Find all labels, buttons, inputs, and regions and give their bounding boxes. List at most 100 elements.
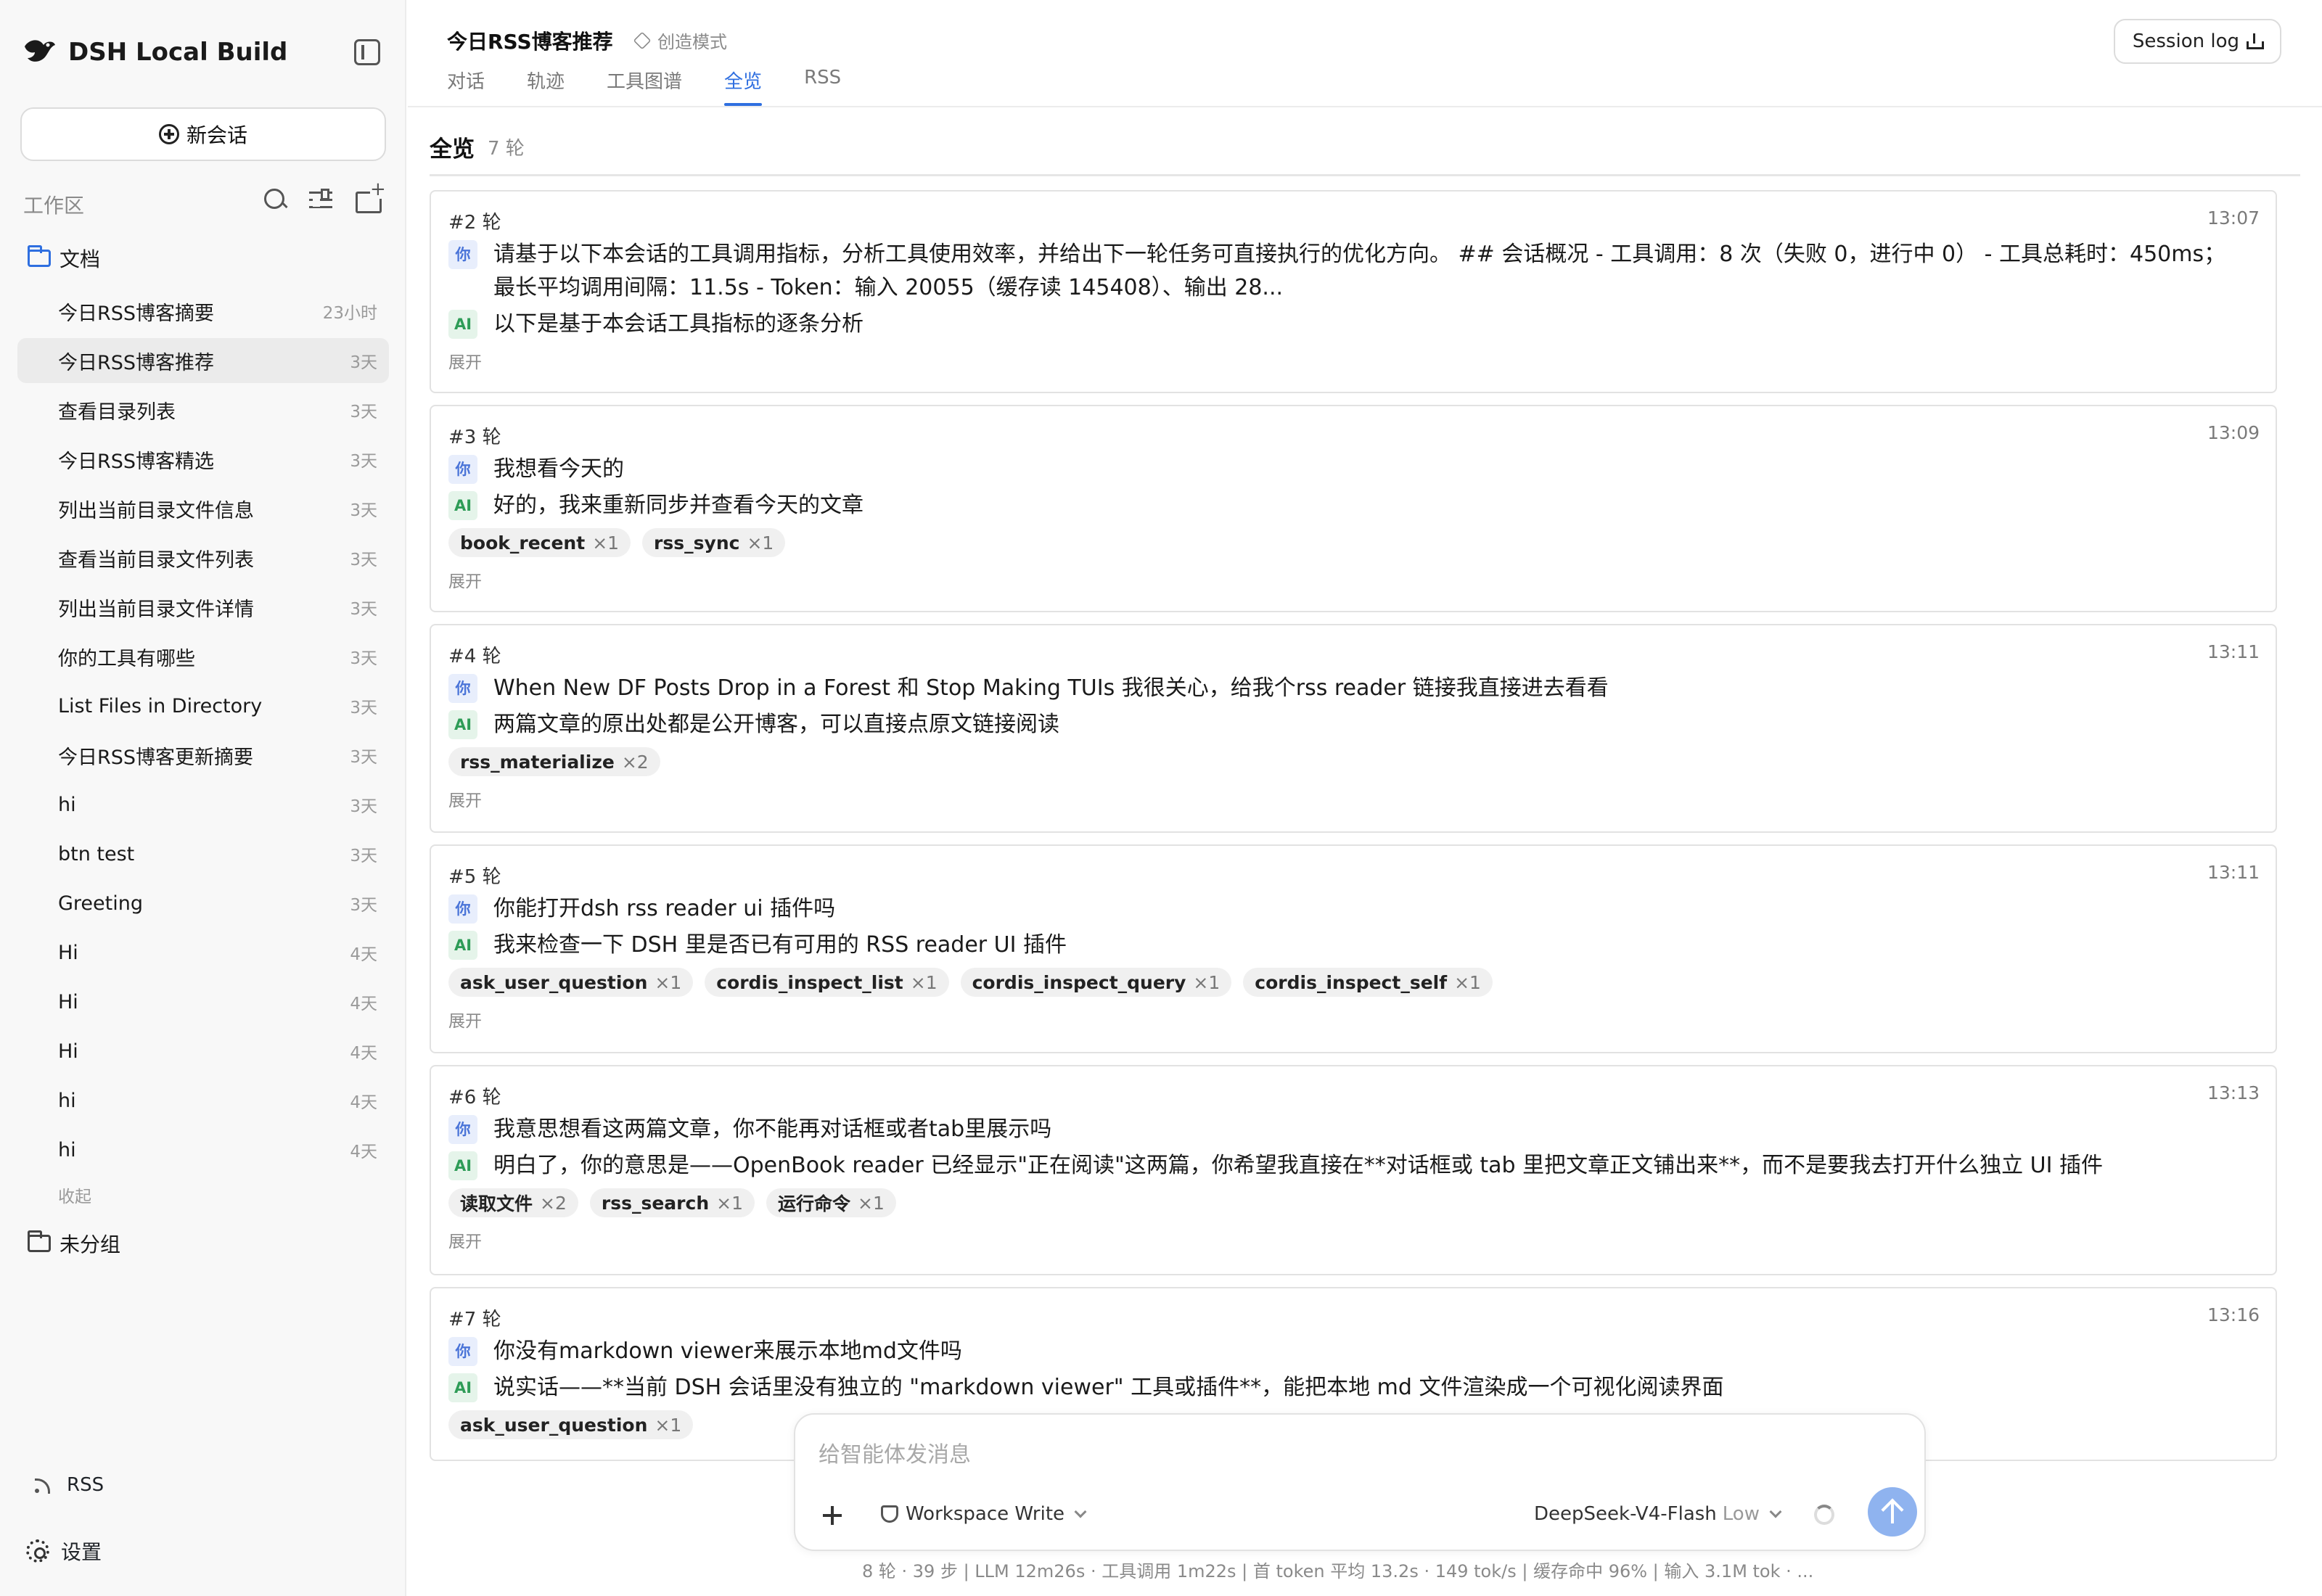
tool-chip[interactable]: rss_materialize ×2 — [448, 747, 660, 776]
tool-chip[interactable]: ask_user_question ×1 — [448, 968, 694, 997]
search-icon[interactable] — [261, 186, 289, 213]
tool-chips: ask_user_question ×1 cordis_inspect_list ×1… — [448, 968, 1493, 997]
tab-2[interactable]: 工具图谱 — [607, 67, 682, 107]
turn-card[interactable]: #5 轮 13:11 你你能打开dsh rss reader ui 插件吗 AI 我来检… — [430, 844, 2277, 1053]
tool-chip[interactable]: cordis_inspect_list ×1 — [705, 968, 949, 997]
ai-message-text: 好的，我来重新同步并查看今天的文章 — [493, 493, 863, 518]
tool-count: ×1 — [1193, 971, 1221, 993]
tool-chip[interactable]: ask_user_question ×1 — [448, 1410, 694, 1439]
turn-card[interactable]: #3 轮 13:09 你我想看今天的 AI 好的，我来重新同步并查看今天的文章 book_… — [430, 405, 2277, 612]
sidebar-item-rss[interactable]: RSS — [32, 1474, 104, 1496]
session-item[interactable]: btn test 3天 — [17, 831, 389, 876]
tool-count: ×1 — [655, 971, 682, 993]
session-log-label: Session log — [2132, 30, 2239, 52]
turn-time: 13:07 — [2207, 207, 2260, 229]
tool-chip[interactable]: cordis_inspect_query ×1 — [960, 968, 1232, 997]
tab-1[interactable]: 轨迹 — [527, 67, 565, 107]
user-badge: 你 — [448, 894, 477, 924]
tab-3[interactable]: 全览 — [724, 67, 763, 107]
session-title: hi — [58, 1138, 76, 1161]
session-age: 4天 — [350, 945, 377, 964]
chevron-down-icon — [1074, 1505, 1087, 1518]
tool-name: cordis_inspect_self — [1255, 971, 1448, 993]
session-item[interactable]: 你的工具有哪些 3天 — [17, 634, 389, 679]
session-age: 4天 — [350, 995, 377, 1013]
session-log-button[interactable]: Session log — [2113, 19, 2281, 64]
chevron-down-icon — [1769, 1505, 1782, 1518]
session-age: 3天 — [350, 600, 377, 619]
collapse-link[interactable]: 收起 — [58, 1182, 91, 1207]
model-select[interactable]: DeepSeek-V4-Flash Low — [1534, 1503, 1782, 1525]
session-item[interactable]: 今日RSS博客推荐 3天 — [17, 338, 389, 383]
session-age: 3天 — [350, 551, 377, 569]
session-item[interactable]: 今日RSS博客摘要 23小时 — [17, 289, 389, 334]
sidebar: DSH Local Build 新会话 工作区 文档 今日RSS博客摘要 23小时… — [0, 0, 406, 1596]
tool-chip[interactable]: book_recent ×1 — [448, 528, 631, 557]
filter-icon[interactable] — [308, 186, 335, 213]
session-item[interactable]: Greeting 3天 — [17, 881, 389, 926]
session-title: 列出当前目录文件信息 — [58, 499, 254, 522]
tab-0[interactable]: 对话 — [447, 67, 485, 107]
session-item[interactable]: hi 4天 — [17, 1127, 389, 1172]
folder-docs[interactable]: 文档 — [28, 242, 100, 274]
send-button[interactable] — [1868, 1487, 1917, 1537]
tool-chip[interactable]: 运行命令 ×1 — [766, 1188, 896, 1217]
session-age: 3天 — [350, 649, 377, 668]
session-item[interactable]: Hi 4天 — [17, 930, 389, 975]
session-title: btn test — [58, 842, 135, 865]
tool-chip[interactable]: 读取文件 ×2 — [448, 1188, 578, 1217]
folder-icon — [28, 1230, 51, 1252]
session-item[interactable]: hi 4天 — [17, 1078, 389, 1123]
session-title: 列出当前目录文件详情 — [58, 598, 254, 621]
shield-icon — [881, 1505, 898, 1523]
session-item[interactable]: 今日RSS博客精选 3天 — [17, 437, 389, 482]
session-item[interactable]: 查看目录列表 3天 — [17, 387, 389, 432]
folder-ungrouped[interactable]: 未分组 — [28, 1227, 120, 1259]
expand-link[interactable]: 展开 — [448, 1007, 482, 1032]
turn-card[interactable]: #6 轮 13:13 你我意思想看这两篇文章，你不能再对话框或者tab里展示吗 AI 明… — [430, 1065, 2277, 1275]
attach-plus-icon[interactable] — [816, 1499, 849, 1532]
session-item[interactable]: Hi 4天 — [17, 1029, 389, 1074]
sidebar-item-settings[interactable]: 设置 — [26, 1537, 102, 1566]
new-folder-icon[interactable] — [354, 180, 386, 213]
session-age: 23小时 — [322, 304, 377, 323]
session-age: 3天 — [350, 403, 377, 421]
session-age: 3天 — [350, 501, 377, 520]
expand-link[interactable]: 展开 — [448, 1227, 482, 1252]
session-age: 3天 — [350, 797, 377, 816]
tab-4[interactable]: RSS — [804, 67, 841, 107]
tool-chip[interactable]: rss_sync ×1 — [642, 528, 786, 557]
tool-name: ask_user_question — [460, 1414, 648, 1436]
session-item[interactable]: 查看当前目录文件列表 3天 — [17, 535, 389, 580]
tool-name: rss_materialize — [460, 751, 615, 773]
tool-count: ×2 — [540, 1192, 567, 1214]
user-message: 你你没有markdown viewer来展示本地md文件吗 — [448, 1335, 2232, 1368]
user-message: 你 When New DF Posts Drop in a Forest 和 St… — [448, 672, 2232, 705]
ai-message: AI 我来检查一下 DSH 里是否已有可用的 RSS reader UI 插件 — [448, 929, 2232, 962]
message-input[interactable]: 给智能体发消息 — [819, 1436, 971, 1468]
user-message-text: 我想看今天的 — [493, 456, 624, 482]
expand-link[interactable]: 展开 — [448, 786, 482, 811]
overview-title: 全览 — [430, 136, 475, 163]
rss-icon — [32, 1474, 54, 1496]
session-item[interactable]: 今日RSS博客更新摘要 3天 — [17, 733, 389, 778]
expand-link[interactable]: 展开 — [448, 348, 482, 373]
session-age: 3天 — [350, 847, 377, 865]
session-title: List Files in Directory — [58, 694, 263, 717]
session-item[interactable]: 列出当前目录文件详情 3天 — [17, 585, 389, 630]
turn-time: 13:09 — [2207, 422, 2260, 443]
session-title: Hi — [58, 941, 78, 964]
new-chat-button[interactable]: 新会话 — [20, 107, 386, 161]
sidebar-toggle-icon[interactable] — [354, 39, 380, 65]
session-item[interactable]: 列出当前目录文件信息 3天 — [17, 486, 389, 531]
turn-card[interactable]: #2 轮 13:07 你请基于以下本会话的工具调用指标，分析工具使用效率，并给出下一… — [430, 190, 2277, 393]
workspace-mode-select[interactable]: Workspace Write — [881, 1503, 1087, 1525]
expand-link[interactable]: 展开 — [448, 567, 482, 592]
session-item[interactable]: Hi 4天 — [17, 979, 389, 1024]
turn-card[interactable]: #4 轮 13:11 你 When New DF Posts Drop in a Fo… — [430, 624, 2277, 833]
tool-chip[interactable]: rss_search ×1 — [589, 1188, 755, 1217]
tool-chip[interactable]: cordis_inspect_self ×1 — [1243, 968, 1493, 997]
session-item[interactable]: hi 3天 — [17, 782, 389, 827]
session-item[interactable]: List Files in Directory 3天 — [17, 683, 389, 728]
session-age: 4天 — [350, 1044, 377, 1063]
